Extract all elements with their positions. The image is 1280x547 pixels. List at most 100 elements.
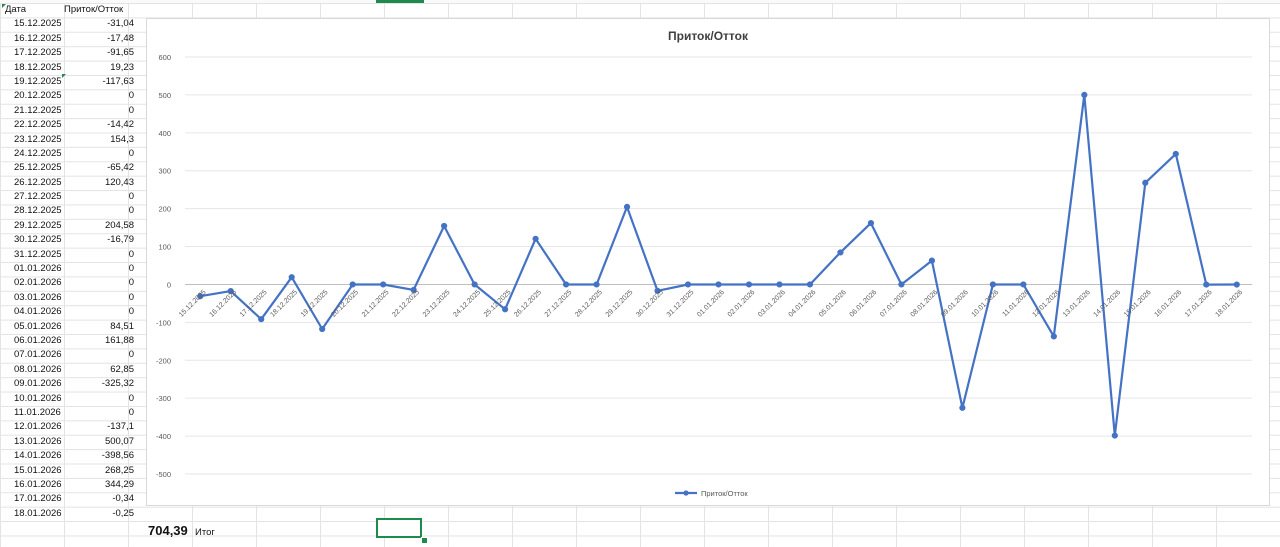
value-cell[interactable]: -65,42: [107, 162, 134, 173]
date-cell[interactable]: 18.12.2025: [14, 62, 62, 73]
total-value[interactable]: 704,39: [148, 523, 188, 538]
y-tick-label: 100: [158, 243, 171, 252]
value-cell[interactable]: -0,25: [112, 508, 134, 519]
value-cell[interactable]: -31,04: [107, 18, 134, 29]
x-tick-label: 24.12.2025: [452, 289, 482, 319]
table-row: 04.01.2026 0: [0, 305, 140, 319]
date-cell[interactable]: 27.12.2025: [14, 191, 62, 202]
date-cell[interactable]: 02.01.2026: [14, 277, 62, 288]
value-cell[interactable]: -325,32: [102, 378, 134, 389]
date-cell[interactable]: 24.12.2025: [14, 148, 62, 159]
data-point: [319, 325, 326, 333]
y-tick-label: 400: [158, 129, 171, 138]
value-cell[interactable]: 0: [129, 191, 134, 202]
selected-cell[interactable]: [376, 518, 422, 538]
chart[interactable]: Приток/Отток 600 500 400 300 200 100 0 -100 -200 -…: [146, 18, 1270, 506]
value-cell[interactable]: 120,43: [105, 177, 134, 188]
y-tick-label: -300: [156, 394, 171, 403]
date-cell[interactable]: 20.12.2025: [14, 90, 62, 101]
date-cell[interactable]: 15.01.2026: [14, 465, 62, 476]
value-cell[interactable]: -117,63: [102, 76, 134, 87]
date-cell[interactable]: 29.12.2025: [14, 220, 62, 231]
value-cell[interactable]: 0: [129, 263, 134, 274]
date-cell[interactable]: 19.12.2025: [14, 76, 62, 87]
series-line: [200, 93, 1237, 437]
value-cell[interactable]: 62,85: [110, 364, 134, 375]
data-point: [1111, 432, 1118, 439]
date-cell[interactable]: 22.12.2025: [14, 119, 62, 130]
data-point: [258, 316, 265, 323]
date-cell[interactable]: 07.01.2026: [14, 349, 62, 360]
date-cell[interactable]: 04.01.2026: [14, 306, 62, 317]
y-tick-label: -400: [156, 432, 171, 441]
value-cell[interactable]: -398,56: [102, 450, 134, 461]
value-cell[interactable]: 0: [129, 249, 134, 260]
table-row: 16.12.2025 -17,48: [0, 32, 140, 46]
chart-title: Приток/Отток: [668, 29, 749, 43]
date-cell[interactable]: 17.12.2025: [14, 47, 62, 58]
value-cell[interactable]: 204,58: [105, 220, 134, 231]
value-cell[interactable]: 0: [129, 407, 134, 418]
date-cell[interactable]: 26.12.2025: [14, 177, 62, 188]
value-cell[interactable]: 0: [129, 105, 134, 116]
data-point: [1081, 91, 1088, 98]
x-tick-label: 09.01.2026: [940, 289, 970, 319]
value-cell[interactable]: 19,23: [110, 62, 134, 73]
date-cell[interactable]: 25.12.2025: [14, 162, 62, 173]
value-cell[interactable]: 268,25: [105, 465, 134, 476]
value-cell[interactable]: -0,34: [112, 493, 134, 504]
date-cell[interactable]: 16.01.2026: [14, 479, 62, 490]
table-row: 18.12.2025 19,23: [0, 61, 140, 75]
data-point: [806, 281, 814, 288]
table-row: 25.12.2025 -65,42: [0, 161, 140, 175]
header-flow[interactable]: Приток/Отток: [64, 4, 123, 15]
value-cell[interactable]: -16,79: [107, 234, 134, 245]
date-cell[interactable]: 13.01.2026: [14, 436, 62, 447]
date-cell[interactable]: 10.01.2026: [14, 393, 62, 404]
x-tick-label: 28.12.2025: [574, 289, 604, 319]
value-cell[interactable]: 0: [129, 292, 134, 303]
date-cell[interactable]: 01.01.2026: [14, 263, 62, 274]
value-cell[interactable]: -137,1: [107, 421, 134, 432]
table-row: 27.12.2025 0: [0, 190, 140, 204]
date-cell[interactable]: 28.12.2025: [14, 205, 62, 216]
value-cell[interactable]: 344,29: [105, 479, 134, 490]
x-tick-label: 15.01.2026: [1123, 289, 1153, 319]
value-cell[interactable]: 161,88: [105, 335, 134, 346]
date-cell[interactable]: 06.01.2026: [14, 335, 62, 346]
date-cell[interactable]: 21.12.2025: [14, 105, 62, 116]
value-cell[interactable]: 0: [129, 205, 134, 216]
date-cell[interactable]: 15.12.2025: [14, 18, 62, 29]
date-cell[interactable]: 05.01.2026: [14, 321, 62, 332]
value-cell[interactable]: -14,42: [107, 119, 134, 130]
date-cell[interactable]: 09.01.2026: [14, 378, 62, 389]
value-cell[interactable]: 500,07: [105, 436, 134, 447]
value-cell[interactable]: 0: [129, 90, 134, 101]
value-cell[interactable]: 0: [129, 277, 134, 288]
date-cell[interactable]: 16.12.2025: [14, 33, 62, 44]
date-cell[interactable]: 14.01.2026: [14, 450, 62, 461]
value-cell[interactable]: -17,48: [107, 33, 134, 44]
header-date[interactable]: Дата: [5, 4, 26, 15]
fill-handle[interactable]: [421, 537, 428, 544]
date-cell[interactable]: 17.01.2026: [14, 493, 62, 504]
date-cell[interactable]: 11.01.2026: [14, 407, 61, 418]
value-cell[interactable]: 84,51: [110, 321, 134, 332]
x-tick-label: 18.12.2025: [269, 289, 299, 319]
date-cell[interactable]: 23.12.2025: [14, 134, 62, 145]
date-cell[interactable]: 08.01.2026: [14, 364, 62, 375]
column-header-strip: [0, 0, 1280, 3]
date-cell[interactable]: 30.12.2025: [14, 234, 62, 245]
value-cell[interactable]: 154,3: [110, 134, 134, 145]
value-cell[interactable]: 0: [129, 393, 134, 404]
date-cell[interactable]: 31.12.2025: [14, 249, 62, 260]
date-cell[interactable]: 18.01.2026: [14, 508, 62, 519]
value-cell[interactable]: 0: [129, 148, 134, 159]
x-tick-label: 29.12.2025: [605, 289, 635, 319]
date-cell[interactable]: 03.01.2026: [14, 292, 62, 303]
value-cell[interactable]: 0: [129, 349, 134, 360]
value-cell[interactable]: 0: [129, 306, 134, 317]
x-tick-label: 01.01.2026: [696, 289, 726, 319]
date-cell[interactable]: 12.01.2026: [14, 421, 62, 432]
value-cell[interactable]: -91,65: [107, 47, 134, 58]
